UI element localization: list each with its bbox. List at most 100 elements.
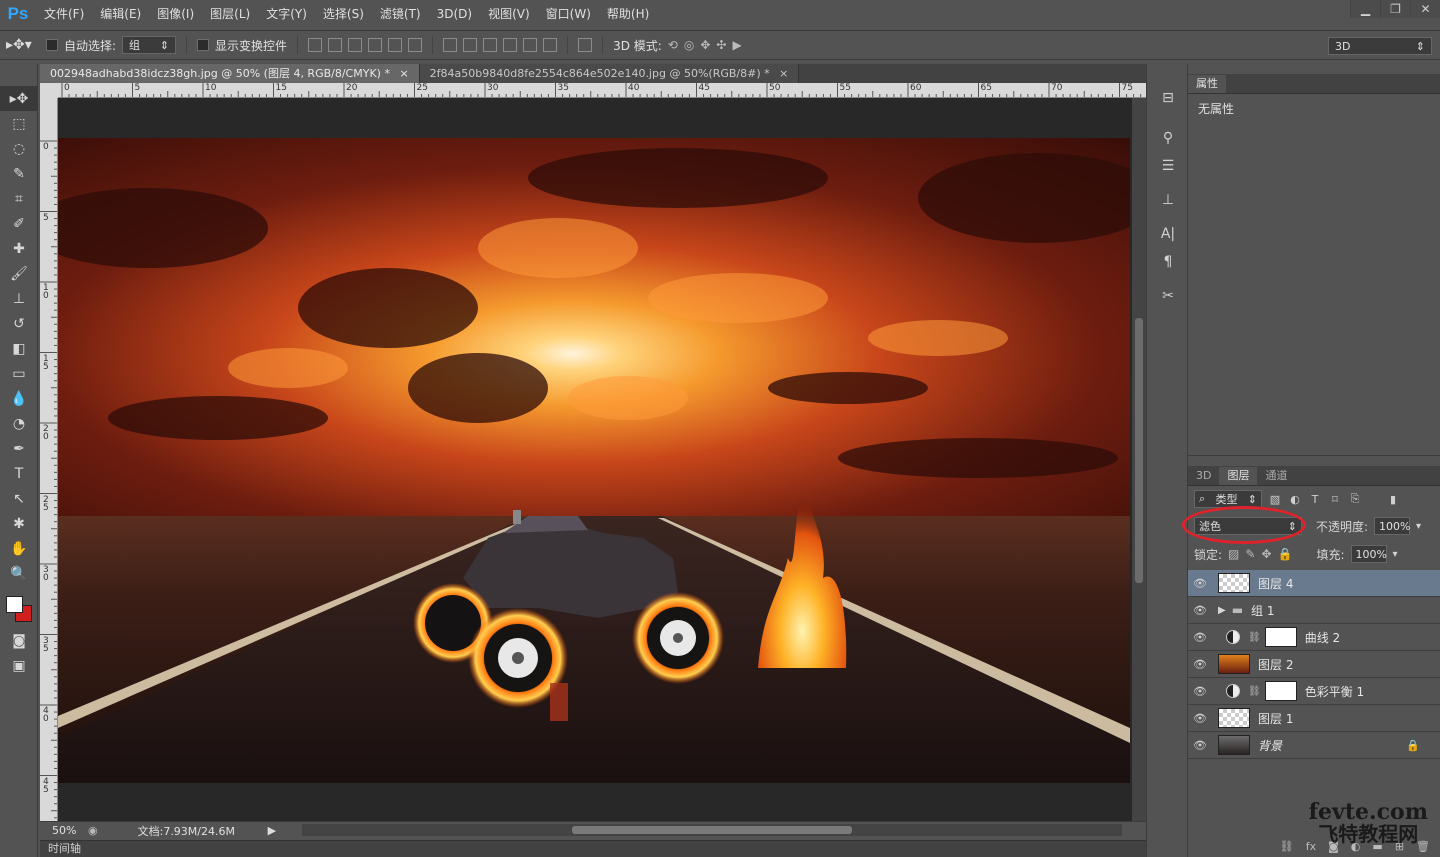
distribute-top-icon[interactable] [443,38,458,52]
eye-icon[interactable]: 👁 [1188,604,1212,617]
horizontal-scrollbar[interactable] [302,824,1122,836]
menu-select[interactable]: 选择(S) [315,0,372,28]
slide-3d-icon[interactable]: ✣ [716,38,726,52]
menu-view[interactable]: 视图(V) [480,0,538,28]
workspace-dropdown[interactable]: 3D ⇕ [1328,37,1432,55]
tab-layers[interactable]: 图层 [1219,467,1258,485]
horizontal-scroll-thumb[interactable] [572,826,852,834]
blur-tool-icon[interactable]: 💧 [0,386,38,411]
eye-icon[interactable]: 👁 [1188,631,1212,644]
tab-document-2[interactable]: 2f84a50b9840d8fe2554c864e502e140.jpg @ 5… [419,64,800,83]
tab-document-1[interactable]: 002948adhabd38idcz38gh.jpg @ 50% (图层 4, … [40,64,420,83]
ruler-horizontal[interactable]: 0 5 10 15 20 25 30 35 40 45 50 55 60 65 70 75 [58,83,1146,98]
distribute-bottom-icon[interactable] [483,38,498,52]
quick-mask-icon[interactable]: ◙ [0,628,38,653]
layer-row[interactable]: 👁 ▶ ▬ 组 1 [1188,597,1440,624]
hand-tool-icon[interactable]: ✋ [0,536,38,561]
canvas-area[interactable] [58,98,1132,821]
expand-triangle-icon[interactable]: ▶ [1218,605,1226,616]
auto-align-icon[interactable] [578,38,593,52]
gradient-tool-icon[interactable]: ▭ [0,361,38,386]
eye-icon[interactable]: 👁 [1188,712,1212,725]
paragraph-panel-icon[interactable]: ¶ [1147,248,1189,276]
clone-source-icon[interactable]: ⊥ [1147,186,1189,214]
quick-select-tool-icon[interactable]: ✎ [0,161,38,186]
layer-row[interactable]: 👁 图层 2 [1188,651,1440,678]
align-bottom-icon[interactable] [348,38,363,52]
eye-icon[interactable]: 👁 [1188,739,1212,752]
filter-toggle-icon[interactable]: ▮ [1386,492,1400,506]
layer-row[interactable]: 👁 图层 1 [1188,705,1440,732]
auto-select-dropdown[interactable]: 组 ⇕ [122,36,177,54]
filter-shape-icon[interactable]: ⌑ [1328,492,1342,506]
tab-3d[interactable]: 3D [1188,467,1219,485]
color-swatches[interactable] [0,594,37,628]
close-icon[interactable]: × [399,67,408,80]
brush-presets-icon[interactable]: ☰ [1147,152,1189,180]
healing-brush-tool-icon[interactable]: ✚ [0,236,38,261]
chevron-down-icon[interactable]: ▾ [1393,549,1398,560]
filter-type-icon[interactable]: T [1308,492,1322,506]
drag-3d-icon[interactable]: ✥ [700,38,710,52]
link-layers-icon[interactable]: ⛓ [1280,840,1294,857]
roll-3d-icon[interactable]: ◎ [684,38,694,52]
vertical-scroll-thumb[interactable] [1135,318,1143,583]
layer-row[interactable]: 👁 图层 4 [1188,570,1440,597]
restore-button[interactable]: ❐ [1380,0,1410,18]
tool-presets-icon[interactable]: ✂ [1147,282,1189,310]
close-button[interactable]: ✕ [1410,0,1440,18]
eraser-tool-icon[interactable]: ◧ [0,336,38,361]
eyedropper-tool-icon[interactable]: ✐ [0,211,38,236]
pen-tool-icon[interactable]: ✒ [0,436,38,461]
clone-stamp-tool-icon[interactable]: ⊥ [0,286,38,311]
minimize-button[interactable]: ▁ [1350,0,1380,18]
menu-filter[interactable]: 滤镜(T) [372,0,429,28]
shape-tool-icon[interactable]: ✱ [0,511,38,536]
distribute-hcenter-icon[interactable] [523,38,538,52]
ruler-vertical[interactable]: 0 5 10 15 20 25 30 35 40 45 [40,98,58,821]
auto-select-checkbox[interactable] [46,39,58,51]
scale-3d-icon[interactable]: ▶ [732,38,741,52]
eye-icon[interactable]: 👁 [1188,658,1212,671]
layer-mask-thumbnail[interactable] [1264,627,1297,647]
distribute-left-icon[interactable] [503,38,518,52]
eye-icon[interactable]: 👁 [1188,577,1212,590]
zoom-level[interactable]: 50% [40,824,88,837]
blend-mode-dropdown[interactable]: 滤色 ⇕ [1194,517,1302,535]
opacity-input[interactable]: 100% [1374,517,1411,535]
lasso-tool-icon[interactable]: ◌ [0,136,38,161]
document-canvas[interactable] [58,138,1130,783]
distribute-right-icon[interactable] [543,38,558,52]
lock-position-icon[interactable]: ✥ [1261,547,1271,561]
align-right-icon[interactable] [408,38,423,52]
close-icon[interactable]: × [779,67,788,80]
status-menu-arrow-icon[interactable]: ▶ [268,824,276,837]
menu-image[interactable]: 图像(I) [149,0,202,28]
lock-transparent-icon[interactable]: ▨ [1228,547,1239,561]
menu-help[interactable]: 帮助(H) [599,0,657,28]
filter-kind-dropdown[interactable]: ⌕ 类型 ⇕ [1194,490,1262,508]
menu-file[interactable]: 文件(F) [36,0,92,28]
history-brush-tool-icon[interactable]: ↺ [0,311,38,336]
vertical-scrollbar[interactable] [1132,98,1146,821]
menu-layer[interactable]: 图层(L) [202,0,258,28]
history-panel-icon[interactable]: ⊟ [1147,84,1189,112]
align-hcenter-icon[interactable] [388,38,403,52]
tab-properties[interactable]: 属性 [1188,75,1226,93]
align-vcenter-icon[interactable] [328,38,343,52]
layer-row[interactable]: 👁 ⛓ 色彩平衡 1 [1188,678,1440,705]
crop-tool-icon[interactable]: ⌗ [0,186,38,211]
chevron-down-icon[interactable]: ▾ [1416,521,1421,532]
move-tool-icon[interactable]: ▸✥▾ [6,37,40,53]
show-transform-checkbox[interactable] [197,39,210,51]
menu-edit[interactable]: 编辑(E) [92,0,149,28]
eye-icon[interactable]: 👁 [1188,685,1212,698]
tab-channels[interactable]: 通道 [1257,467,1295,485]
menu-window[interactable]: 窗口(W) [538,0,599,28]
menu-3d[interactable]: 3D(D) [429,0,480,28]
rotate-3d-icon[interactable]: ⟲ [668,38,678,52]
lock-paint-icon[interactable]: ✎ [1245,547,1255,561]
brush-panel-icon[interactable]: ⚲ [1147,124,1189,152]
path-select-tool-icon[interactable]: ↖ [0,486,38,511]
layer-row[interactable]: 👁 ⛓ 曲线 2 [1188,624,1440,651]
